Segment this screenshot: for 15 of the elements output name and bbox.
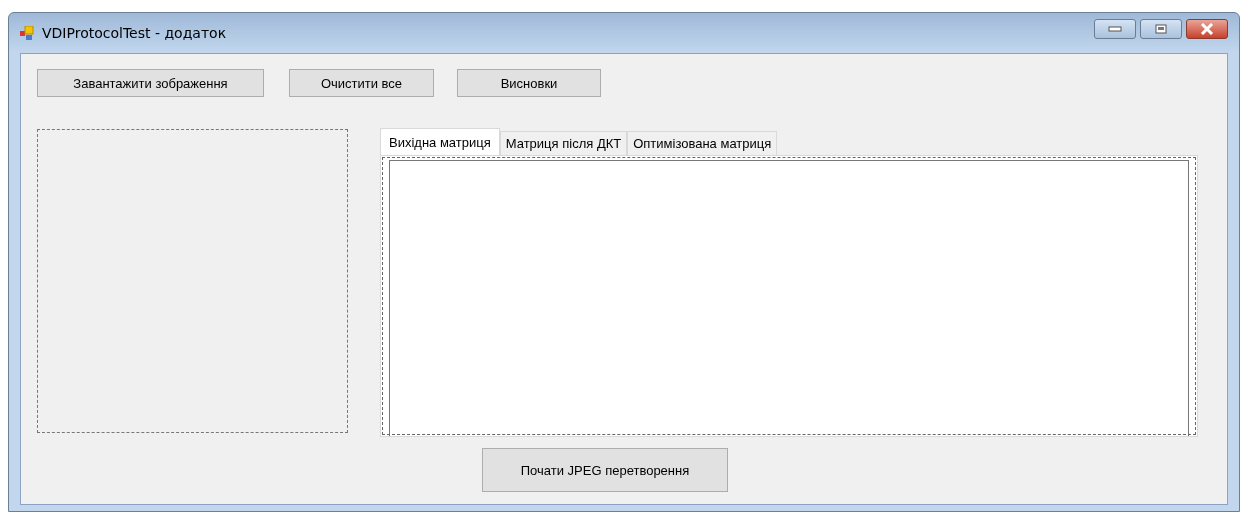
minimize-icon	[1108, 26, 1122, 32]
app-icon	[20, 26, 34, 40]
toolbar-button[interactable]: Завантажити зображення	[37, 69, 264, 97]
tab[interactable]: Оптимізована матриця	[627, 131, 778, 155]
minimize-button[interactable]	[1094, 19, 1136, 39]
tab[interactable]: Вихідна матриця	[380, 128, 500, 155]
maximize-icon	[1155, 24, 1167, 34]
window-title: VDIProtocolTest - додаток	[42, 25, 227, 41]
close-icon	[1199, 23, 1215, 35]
maximize-button[interactable]	[1140, 19, 1182, 39]
toolbar-button[interactable]: Очистити все	[289, 69, 434, 97]
start-button[interactable]: Почати JPEG перетворення	[482, 448, 728, 492]
tab[interactable]: Матриця після ДКТ	[499, 131, 628, 155]
close-button[interactable]	[1186, 19, 1228, 39]
toolbar-button[interactable]: Висновки	[457, 69, 601, 97]
